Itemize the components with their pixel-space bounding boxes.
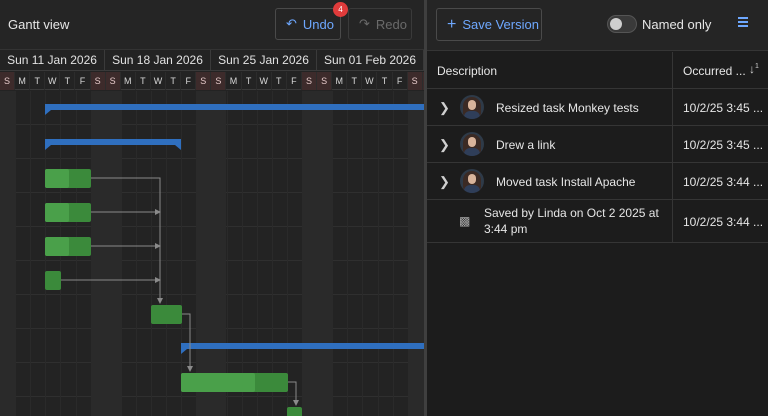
task-progress[interactable] — [45, 237, 69, 256]
day-header: W — [151, 72, 166, 90]
day-header: M — [15, 72, 31, 90]
day-header: W — [257, 72, 272, 90]
week-header: Sun 25 Jan 2026 — [211, 50, 317, 71]
day-header: S — [317, 72, 333, 90]
column-header-occurred[interactable]: Occurred ... — [683, 64, 746, 78]
version-occurred: 10/2/25 3:44 ... — [683, 215, 764, 229]
undo-label: Undo — [302, 16, 334, 32]
summary-task-bar[interactable] — [45, 139, 181, 145]
day-header: T — [166, 72, 182, 90]
version-occurred: 10/2/25 3:45 ... — [683, 138, 764, 152]
redo-label: Redo — [375, 16, 407, 32]
version-description: Saved by Linda on Oct 2 2025 at 3:44 pm — [484, 206, 659, 236]
chevron-right-icon[interactable]: ❯ — [439, 100, 450, 116]
summary-task-bar[interactable] — [181, 343, 424, 349]
gantt-chart-area[interactable] — [0, 91, 424, 416]
summary-task-cap[interactable] — [45, 110, 51, 115]
dependency-link[interactable] — [91, 177, 163, 304]
task-bar[interactable] — [287, 407, 302, 416]
save-version-button[interactable]: + Save Version — [436, 8, 542, 41]
version-description: Moved task Install Apache — [496, 175, 636, 189]
day-header: W — [362, 72, 378, 90]
toggle-knob — [610, 18, 622, 30]
day-header: T — [136, 72, 151, 90]
day-header: T — [378, 72, 393, 90]
day-header: T — [60, 72, 76, 90]
day-header: M — [227, 72, 242, 90]
undo-icon: ↶ — [286, 16, 297, 31]
day-header: S — [211, 72, 227, 90]
day-header: S — [302, 72, 317, 90]
task-bar[interactable] — [45, 271, 61, 290]
summary-task-cap[interactable] — [175, 145, 181, 150]
day-header: S — [407, 72, 423, 90]
day-header: T — [242, 72, 257, 90]
redo-icon: ↷ — [359, 16, 370, 31]
day-header: T — [272, 72, 287, 90]
day-header: S — [90, 72, 106, 90]
version-row-saved[interactable]: ▩ Saved by Linda on Oct 2 2025 at 3:44 p… — [427, 200, 768, 243]
day-header: T — [30, 72, 46, 90]
version-description: Resized task Monkey tests — [496, 101, 639, 115]
avatar — [460, 169, 484, 193]
day-header: T — [347, 72, 363, 90]
version-description: Drew a link — [496, 138, 556, 152]
day-header: M — [332, 72, 348, 90]
undo-button[interactable]: ↶ Undo — [275, 8, 341, 40]
day-header: S — [105, 72, 121, 90]
day-header: F — [393, 72, 408, 90]
named-only-label: Named only — [642, 17, 712, 32]
summary-task-bar[interactable] — [45, 104, 424, 110]
dependency-link[interactable] — [288, 381, 299, 406]
day-header: F — [181, 72, 197, 90]
sort-descending-icon[interactable]: ↓1 — [749, 62, 759, 76]
avatar — [460, 95, 484, 119]
plus-icon: + — [447, 15, 457, 33]
dependency-link[interactable] — [182, 313, 193, 372]
week-header: Sun 11 Jan 2026 — [0, 50, 105, 71]
day-header: M — [121, 72, 136, 90]
task-progress[interactable] — [181, 373, 255, 392]
menu-icon[interactable] — [738, 17, 748, 27]
version-row[interactable]: ❯ Resized task Monkey tests 10/2/25 3:45… — [427, 89, 768, 126]
gantt-toolbar: Gantt view ↶ Undo 4 ↷ Redo — [0, 0, 424, 50]
task-progress[interactable] — [45, 169, 69, 188]
version-occurred: 10/2/25 3:45 ... — [683, 101, 764, 115]
avatar — [460, 132, 484, 156]
task-bar[interactable] — [151, 305, 182, 324]
undo-count-badge: 4 — [333, 2, 348, 17]
gantt-title: Gantt view — [8, 17, 70, 32]
version-occurred: 10/2/25 3:44 ... — [683, 175, 764, 189]
versions-grid-header: Description Occurred ... ↓1 — [427, 52, 768, 89]
week-header: Sun 01 Feb 2026 — [317, 50, 424, 71]
chevron-right-icon[interactable]: ❯ — [439, 174, 450, 190]
versions-panel: + Save Version Named only Description Oc… — [427, 0, 768, 416]
gantt-bars[interactable] — [0, 91, 424, 416]
named-only-toggle[interactable] — [607, 15, 637, 33]
saved-version-icon: ▩ — [459, 214, 471, 228]
gantt-panel: Gantt view ↶ Undo 4 ↷ Redo Sun 11 Jan 20… — [0, 0, 424, 416]
version-row[interactable]: ❯ Drew a link 10/2/25 3:45 ... — [427, 126, 768, 163]
save-version-label: Save Version — [462, 17, 539, 32]
task-progress[interactable] — [45, 203, 69, 222]
day-header: S — [0, 72, 15, 90]
redo-button[interactable]: ↷ Redo — [348, 8, 412, 40]
chevron-right-icon[interactable]: ❯ — [439, 137, 450, 153]
column-header-description[interactable]: Description — [437, 64, 497, 78]
week-header: Sun 18 Jan 2026 — [105, 50, 211, 71]
day-header: F — [287, 72, 302, 90]
timeline-week-header: Sun 11 Jan 2026 Sun 18 Jan 2026 Sun 25 J… — [0, 50, 424, 71]
day-header: W — [45, 72, 61, 90]
versions-toolbar: + Save Version Named only — [427, 0, 768, 51]
version-row[interactable]: ❯ Moved task Install Apache 10/2/25 3:44… — [427, 163, 768, 200]
day-header: S — [196, 72, 212, 90]
day-header: F — [76, 72, 91, 90]
summary-task-cap[interactable] — [45, 145, 51, 150]
summary-task-cap[interactable] — [181, 349, 187, 354]
timeline-day-header: SMTWTFSSMTWTFSSMTWTFSSMTWTFSS — [0, 72, 424, 90]
